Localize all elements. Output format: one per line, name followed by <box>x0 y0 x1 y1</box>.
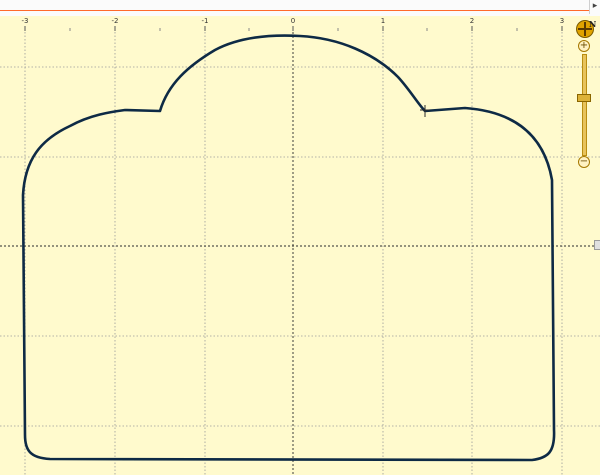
zoom-slider-thumb[interactable] <box>577 94 591 102</box>
zoom-out-button[interactable]: − <box>578 156 590 168</box>
axis-lines <box>0 32 600 475</box>
scroll-handle[interactable] <box>594 240 600 250</box>
compass-north-label: N <box>589 19 597 29</box>
shape-outline[interactable] <box>21 34 556 462</box>
zoom-in-button[interactable]: + <box>578 40 590 52</box>
zoom-slider-track[interactable] <box>582 54 587 156</box>
drawing-canvas[interactable] <box>0 0 600 475</box>
ruler-ticks <box>24 26 563 31</box>
grid-lines <box>0 32 600 475</box>
zoom-control[interactable]: N + − <box>576 19 597 170</box>
